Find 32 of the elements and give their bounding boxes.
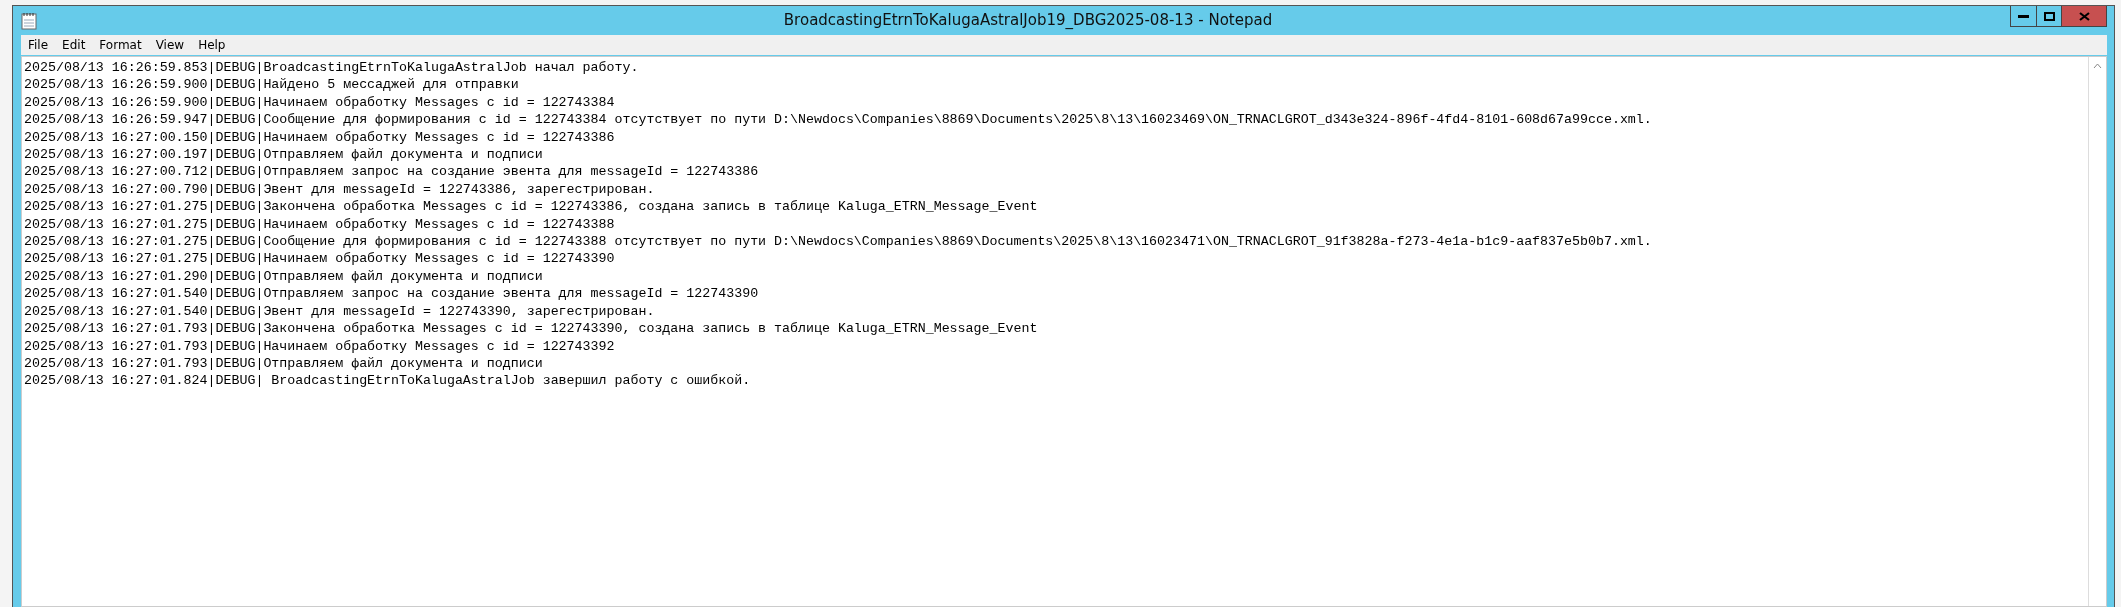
menu-item[interactable]: File: [21, 38, 56, 52]
window-title: BroadcastingEtrnToKalugaAstralJob19_DBG2025-08-13 - Notepad: [782, 10, 1274, 31]
menu-item[interactable]: Help: [191, 38, 233, 52]
menu-item[interactable]: Format: [92, 38, 149, 52]
log-line: 2025/08/13 16:27:00.150|DEBUG|Начинаем обработку Messages с id = 122743386: [24, 128, 616, 147]
log-line: 2025/08/13 16:27:00.790|DEBUG|Эвент для messageId = 122743386, зарегестрирован.: [24, 180, 656, 199]
log-line: 2025/08/13 16:26:59.900|DEBUG|Начинаем обработку Messages с id = 122743384: [24, 93, 616, 112]
log-line: 2025/08/13 16:27:01.540|DEBUG|Отправляем запрос на создание эвента для messageId = 122743390: [24, 285, 760, 303]
log-line: 2025/08/13 16:26:59.853|DEBUG|BroadcastingEtrnToKalugaAstralJob начал работу.: [24, 59, 640, 77]
minimize-icon: [2018, 14, 2029, 18]
log-line: 2025/08/13 16:27:01.540|DEBUG|Эвент для messageId = 122743390, зарегестрирован.: [24, 302, 656, 321]
log-line: 2025/08/13 16:27:01.275|DEBUG|Начинаем обработку Messages с id = 122743390: [24, 250, 616, 268]
menu-item[interactable]: View: [148, 38, 192, 52]
log-line: 2025/08/13 16:27:01.290|DEBUG|Отправляем файл документа и подписи: [24, 267, 544, 286]
log-line: 2025/08/13 16:27:00.197|DEBUG|Отправляем файл документа и подписи: [24, 146, 544, 164]
log-line: 2025/08/13 16:27:01.793|DEBUG|Отправляем файл документа и подписи: [24, 354, 544, 373]
log-line: 2025/08/13 16:26:59.900|DEBUG|Найдено 5 мессаджей для отправки: [24, 76, 520, 94]
log-line: 2025/08/13 16:27:01.793|DEBUG|Закончена обработка Messages с id = 122743390, создана запись в таблице Kaluga_ETRN_Message_Event: [24, 320, 1039, 338]
close-button[interactable]: [2061, 6, 2107, 27]
log-line: 2025/08/13 16:27:01.793|DEBUG|Начинаем обработку Messages с id = 122743392: [24, 337, 616, 355]
menu-item[interactable]: Edit: [55, 38, 93, 52]
scroll-up-icon[interactable]: [2093, 63, 2102, 69]
close-icon: [2078, 11, 2090, 21]
log-line: 2025/08/13 16:27:01.275|DEBUG|Сообщение для формирования с id = 122743388 отсутствует по пути D:\Newdocs\Companies\8869\Documents\2025\8\13\16023471\ON_TRNACLGROT_91f3828a-f273-4e1a-b1c9-aaf837e5b0b7.xml.: [24, 233, 1653, 251]
log-line: 2025/08/13 16:27:01.275|DEBUG|Закончена обработка Messages с id = 122743386, создана запись в таблице Kaluga_ETRN_Message_Event: [24, 198, 1039, 216]
log-line: 2025/08/13 16:27:00.712|DEBUG|Отправляем запрос на создание эвента для messageId = 122743386: [24, 163, 760, 181]
log-line: 2025/08/13 16:27:01.824|DEBUG| BroadcastingEtrnToKalugaAstralJob завершил работу с ошибкой.: [24, 372, 752, 390]
log-line: 2025/08/13 16:27:01.275|DEBUG|Начинаем обработку Messages с id = 122743388: [24, 215, 616, 234]
maximize-icon: [2043, 11, 2055, 21]
log-line: 2025/08/13 16:26:59.947|DEBUG|Сообщение для формирования с id = 122743384 отсутствует по пути D:\Newdocs\Companies\8869\Documents\2025\8\13\16023469\ON_TRNACLGROT_d343e324-896f-4fd4-8101-608d67a99cce.xml.: [24, 111, 1653, 129]
minimize-button[interactable]: [2010, 6, 2037, 27]
notepad-icon: [21, 12, 37, 30]
